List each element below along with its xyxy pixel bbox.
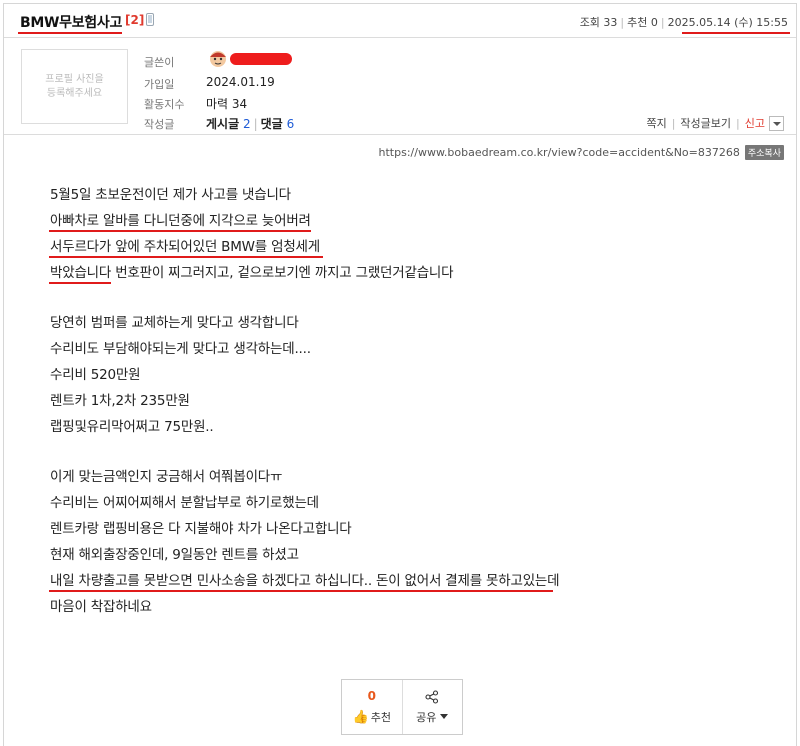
highlight-underline xyxy=(49,590,553,592)
avatar-icon[interactable] xyxy=(207,48,229,68)
share-label: 공유 xyxy=(416,710,437,724)
body-line: 내일 차량출고를 못받으면 민사소송을 하겠다고 하십니다.. 돈이 없어서 결… xyxy=(49,568,560,594)
body-line: 수리비는 어찌어찌해서 분할납부로 하기로했는데 xyxy=(50,495,319,511)
joined-label: 가입일 xyxy=(144,78,175,91)
author-name-redacted[interactable] xyxy=(230,53,292,65)
view-posts-link[interactable]: 작성글보기 xyxy=(680,115,731,131)
joined-date: 2024.01.19 xyxy=(206,75,275,89)
body-line: 렌트카 1차,2차 235만원 xyxy=(50,393,190,409)
body-line: 5월5일 초보운전이던 제가 사고를 냇습니다 xyxy=(50,187,291,203)
view-count: 조회 33 xyxy=(579,16,618,29)
recommend-count: 추천 0 xyxy=(627,16,658,29)
post-meta: 조회 33 | 추천 0 | 2025.05.14 (수) 15:55 xyxy=(579,16,788,29)
recommend-button[interactable]: 0 👍 추천 xyxy=(342,680,402,734)
highlight-underline xyxy=(49,230,311,232)
post-url: https://www.bobaedream.co.kr/view?code=a… xyxy=(378,146,740,159)
body-line: 아빠차로 알바를 다니던중에 지각으로 늦어버려 xyxy=(49,208,559,234)
comment-count-badge[interactable]: [2] xyxy=(125,13,144,27)
author-label: 글쓴이 xyxy=(144,56,175,69)
comments-text[interactable]: 댓글 xyxy=(261,117,283,131)
more-dropdown-button[interactable] xyxy=(769,115,784,131)
post-title: BMW무보험사고 xyxy=(20,15,123,31)
posts-count[interactable]: 2 xyxy=(243,117,251,131)
body-line: 당연히 범퍼를 교체하는게 맞다고 생각합니다 xyxy=(50,315,299,331)
body-line: 렌트카랑 랩핑비용은 다 지불해야 차가 나온다고합니다 xyxy=(50,521,352,537)
share-button[interactable]: 공유 xyxy=(401,680,463,734)
author-tools: 쪽지 | 작성글보기 | 신고 xyxy=(646,115,784,131)
recommend-counter: 0 xyxy=(367,689,376,703)
highlight-underline xyxy=(49,282,111,284)
post-view: BMW무보험사고 [2] 조회 33 | 추천 0 | 2025.05.14 (수) 1… xyxy=(3,3,797,746)
post-body: 5월5일 초보운전이던 제가 사고를 냇습니다 아빠차로 알바를 다니던중에 지… xyxy=(49,182,560,620)
body-line: 현재 해외출장중인데, 9일동안 렌트를 하셨고 xyxy=(50,547,299,563)
posts-text[interactable]: 게시글 xyxy=(206,117,239,131)
report-link[interactable]: 신고 xyxy=(745,115,765,131)
post-stats: 게시글 2 | 댓글 6 xyxy=(206,117,295,131)
posts-label: 작성글 xyxy=(144,118,175,131)
date-underline xyxy=(682,32,790,34)
post-header: BMW무보험사고 [2] 조회 33 | 추천 0 | 2025.05.14 (수) 1… xyxy=(4,4,796,38)
highlight-underline xyxy=(49,256,323,258)
post-date: 2025.05.14 (수) 15:55 xyxy=(667,16,788,29)
comments-count[interactable]: 6 xyxy=(287,117,295,131)
title-underline xyxy=(18,32,122,34)
profile-photo-placeholder: 프로필 사진을등록해주세요 xyxy=(21,49,128,124)
recommend-label: 추천 xyxy=(370,711,391,724)
body-line: 박았습니다 번호판이 찌그러지고, 겉으로보기엔 까지고 그랬던거같습니다 xyxy=(49,260,559,286)
body-line: 서두르다가 앞에 주차되어있던 BMW를 엄청세게 xyxy=(49,234,559,260)
body-line: 수리비도 부담해야되는게 맞다고 생각하는데.... xyxy=(50,341,311,357)
post-actions: 0 👍 추천 공유 xyxy=(341,679,463,735)
body-line: 수리비 520만원 xyxy=(50,367,141,383)
mobile-icon xyxy=(146,13,154,26)
chevron-down-icon xyxy=(440,714,449,719)
activity-value: 마력 34 xyxy=(206,97,248,111)
photo-placeholder-line1: 프로필 사진을 xyxy=(45,73,104,85)
author-profile: 프로필 사진을등록해주세요 글쓴이 가입일 2024.01.19 활동지수 마력… xyxy=(4,39,796,135)
photo-placeholder-line2: 등록해주세요 xyxy=(46,87,103,99)
body-line: 마음이 착잡하네요 xyxy=(50,599,152,615)
body-line: 랩핑및유리막어쩌고 75만원.. xyxy=(50,419,214,435)
body-line: 이게 맞는금액인지 궁금해서 여쭤봅이다ㅠ xyxy=(50,469,283,485)
thumbs-up-icon: 👍 xyxy=(352,709,369,725)
post-url-bar: https://www.bobaedream.co.kr/view?code=a… xyxy=(379,145,784,160)
copy-url-button[interactable]: 주소복사 xyxy=(744,145,784,160)
share-icon xyxy=(425,689,439,704)
message-link[interactable]: 쪽지 xyxy=(646,115,666,131)
activity-label: 활동지수 xyxy=(144,98,185,111)
